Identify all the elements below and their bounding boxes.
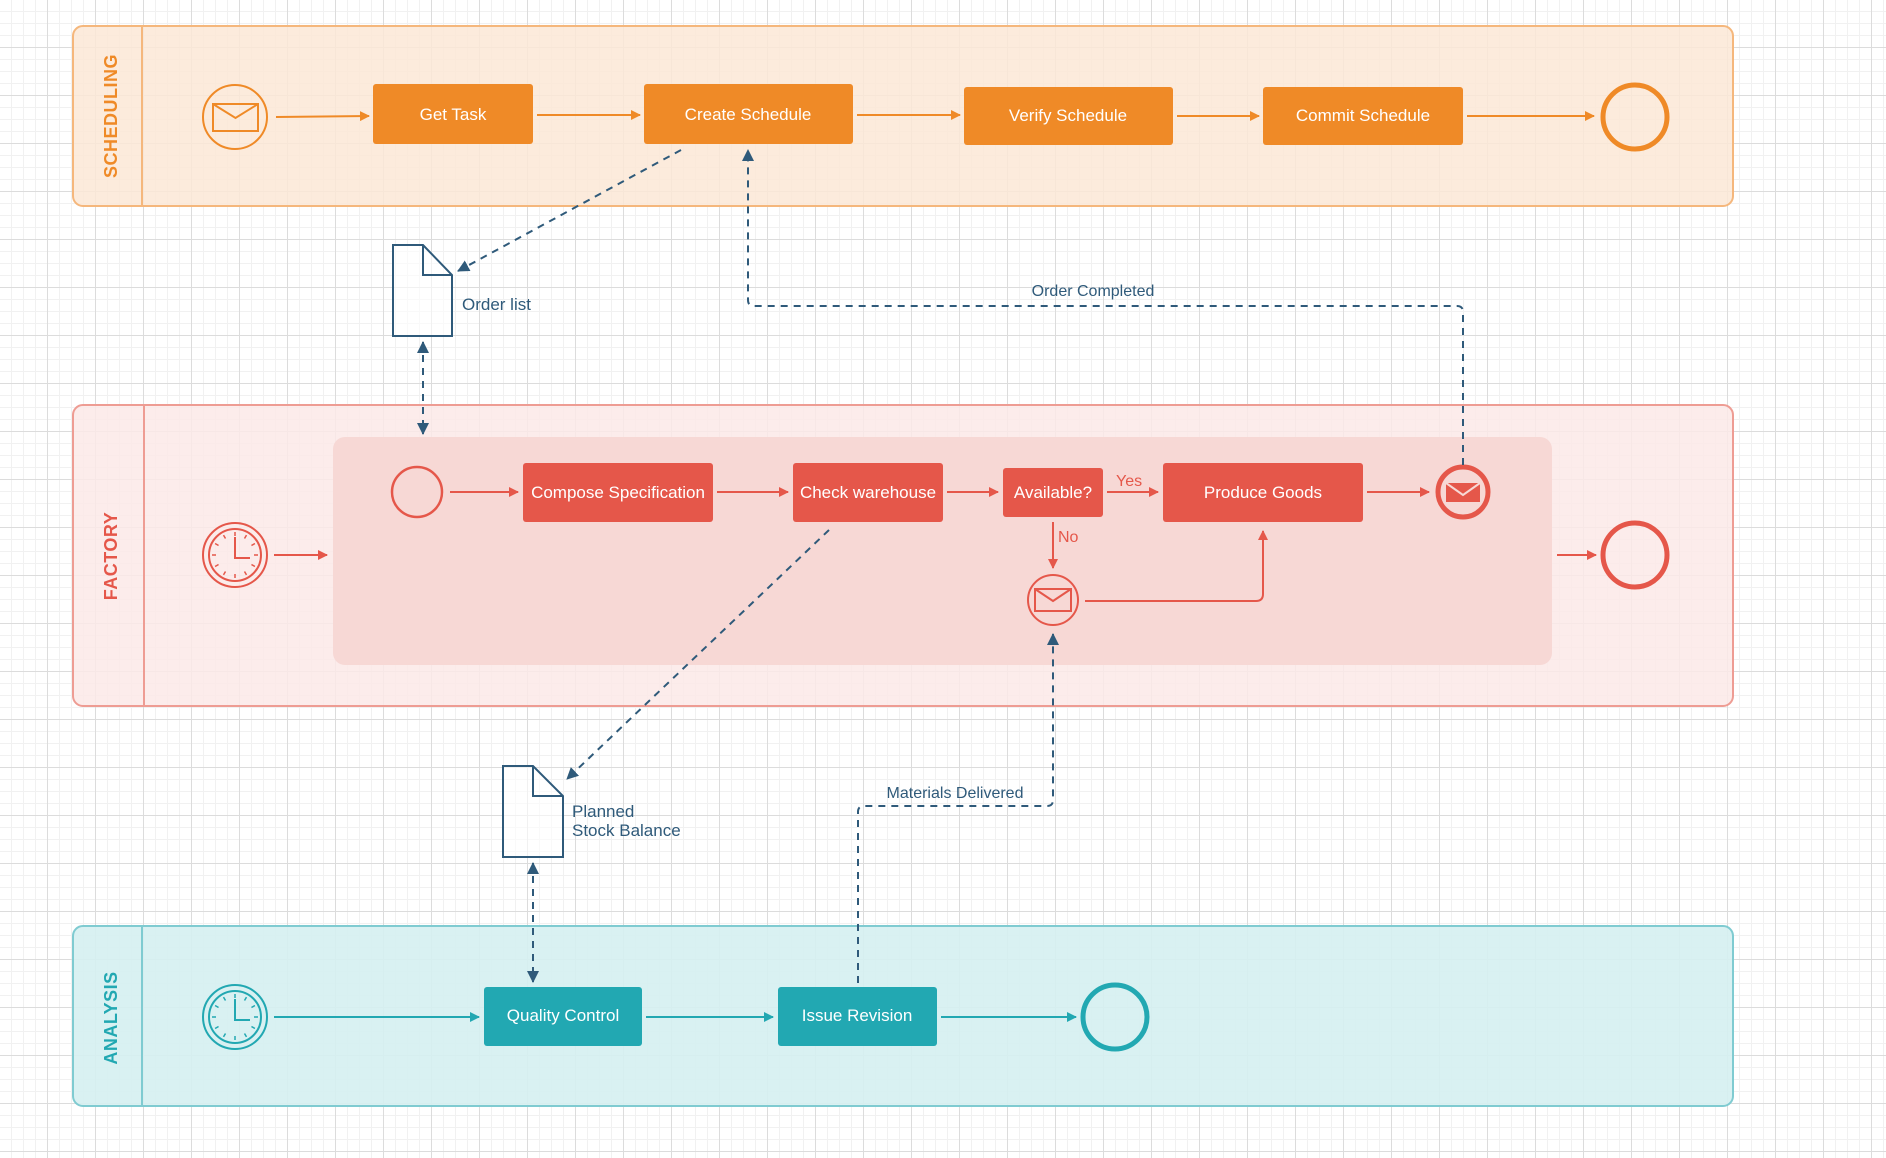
task-create-schedule-label: Create Schedule	[685, 105, 812, 124]
task-get-task[interactable]: Get Task	[373, 84, 533, 144]
flow-label-yes: Yes	[1116, 473, 1142, 490]
task-compose-specification-label: Compose Specification	[531, 483, 705, 502]
lane-analysis-title: ANALYSIS	[101, 971, 121, 1064]
task-check-warehouse[interactable]: Check warehouse	[793, 463, 943, 522]
analysis-timer-start-event[interactable]	[202, 984, 268, 1050]
task-get-task-label: Get Task	[420, 105, 487, 124]
gateway-available-label: Available?	[1014, 483, 1092, 502]
lane-scheduling-title: SCHEDULING	[101, 54, 121, 178]
data-object-planned-stock-label-line2: Stock Balance	[572, 821, 681, 840]
lane-scheduling[interactable]: SCHEDULING Get Task Create Schedule Veri…	[72, 25, 1734, 207]
task-create-schedule[interactable]: Create Schedule	[644, 84, 853, 144]
message-flow-order-completed-label: Order Completed	[1032, 283, 1155, 300]
task-commit-schedule-label: Commit Schedule	[1296, 106, 1430, 125]
data-object-planned-stock-balance[interactable]: Planned Stock Balance	[502, 765, 681, 858]
lane-analysis[interactable]: ANALYSIS Quality Control Issue Revision	[72, 925, 1734, 1107]
sequence-flow[interactable]	[275, 111, 370, 122]
envelope-filled-icon	[1445, 482, 1481, 502]
task-commit-schedule[interactable]: Commit Schedule	[1263, 87, 1463, 145]
task-issue-revision[interactable]: Issue Revision	[778, 987, 937, 1046]
message-flow-materials-delivered-label: Materials Delivered	[887, 785, 1024, 802]
data-object-order-list[interactable]: Order list	[392, 244, 531, 337]
task-compose-specification[interactable]: Compose Specification	[523, 463, 713, 522]
task-quality-control[interactable]: Quality Control	[484, 987, 642, 1046]
lane-factory-title: FACTORY	[101, 512, 121, 601]
task-verify-schedule[interactable]: Verify Schedule	[964, 87, 1173, 145]
task-quality-control-label: Quality Control	[507, 1006, 619, 1025]
factory-timer-start-event[interactable]	[202, 522, 268, 588]
gateway-available[interactable]: Available?	[1003, 468, 1103, 517]
task-check-warehouse-label: Check warehouse	[800, 483, 936, 502]
task-produce-goods[interactable]: Produce Goods	[1163, 463, 1363, 522]
task-issue-revision-label: Issue Revision	[802, 1006, 913, 1025]
data-object-planned-stock-label-line1: Planned	[572, 802, 634, 821]
lane-factory[interactable]: FACTORY Compose Specification Check ware…	[72, 404, 1734, 707]
flow-label-no: No	[1058, 529, 1079, 546]
data-object-order-list-label: Order list	[462, 295, 531, 314]
task-produce-goods-label: Produce Goods	[1204, 483, 1322, 502]
task-verify-schedule-label: Verify Schedule	[1009, 106, 1127, 125]
